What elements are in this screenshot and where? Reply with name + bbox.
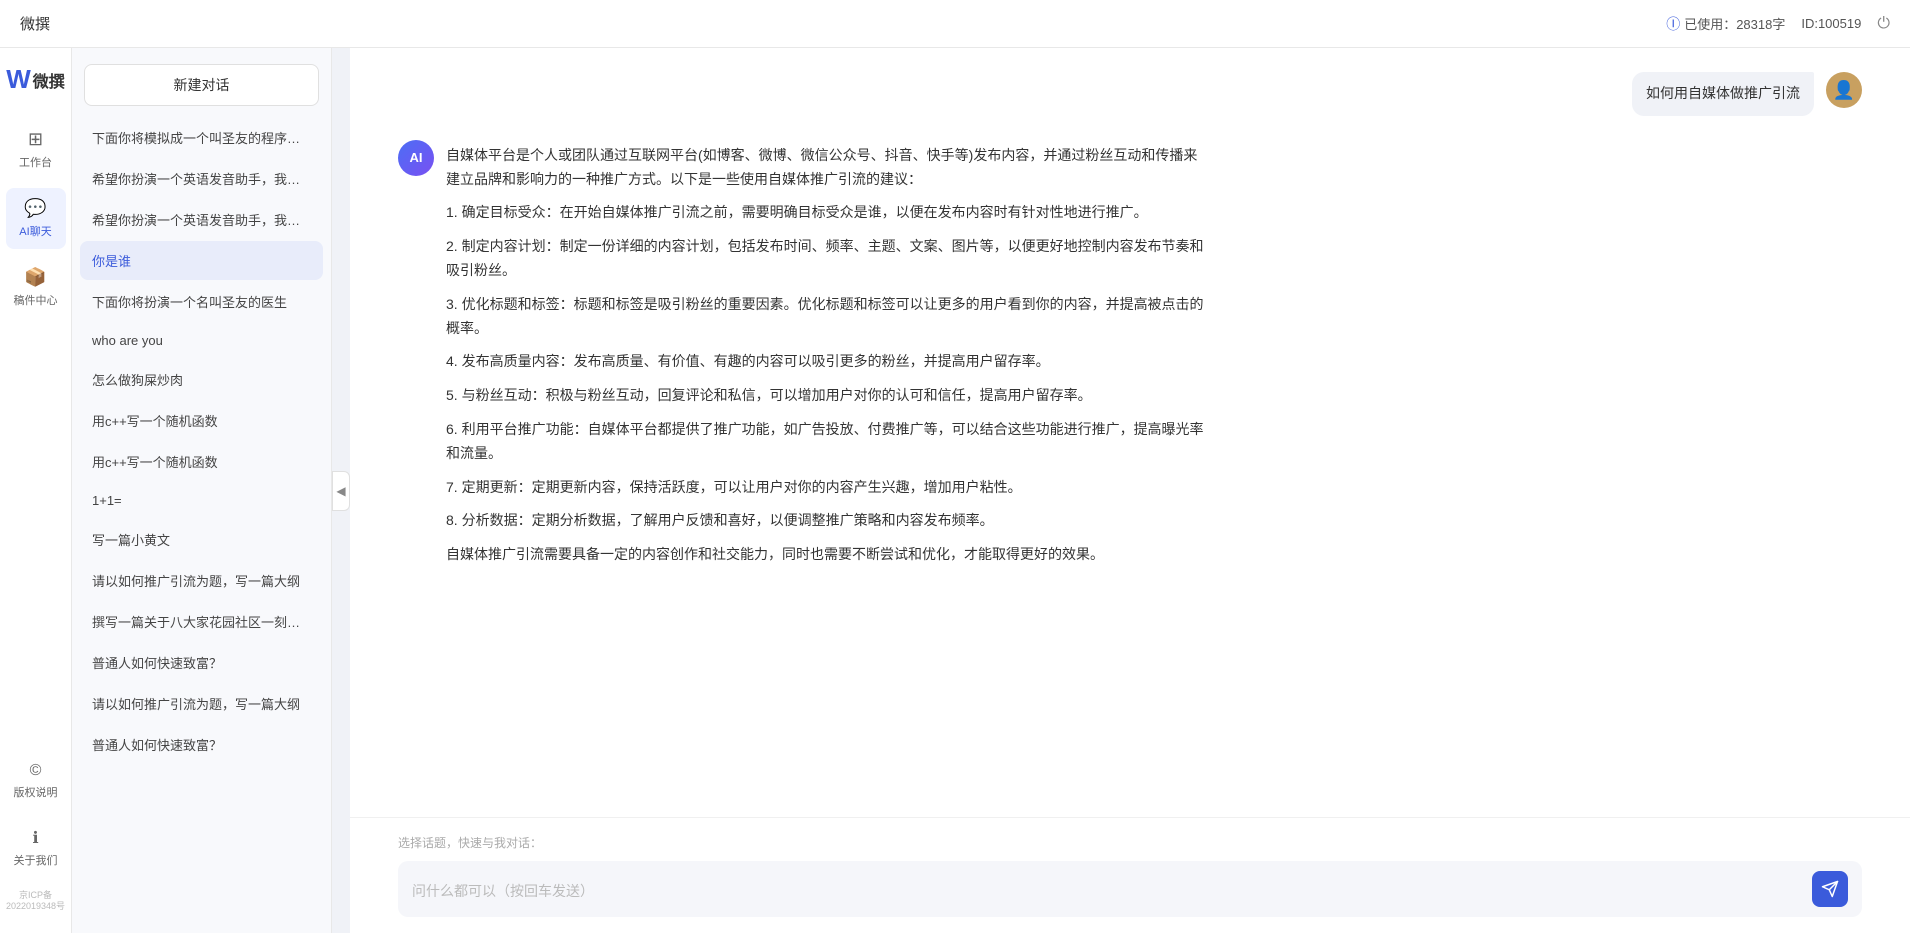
input-area xyxy=(398,861,1862,917)
chat-list-item[interactable]: 你是谁 xyxy=(80,241,323,280)
chat-history-panel: 新建对话 下面你将模拟成一个叫圣友的程序员，我说...希望你扮演一个英语发音助手… xyxy=(72,48,332,933)
about-item[interactable]: ℹ 关于我们 xyxy=(6,818,66,878)
header-id: ID:100519 xyxy=(1801,16,1861,31)
chat-list-item[interactable]: 下面你将扮演一个名叫圣友的医生 xyxy=(80,282,323,321)
send-icon xyxy=(1821,880,1839,898)
chat-list-item[interactable]: 请以如何推广引流为题，写一篇大纲 xyxy=(80,684,323,723)
nav-bottom: © 版权说明 ℹ 关于我们 京ICP备2022019348号 xyxy=(0,752,71,917)
user-avatar: 👤 xyxy=(1826,72,1862,108)
send-button[interactable] xyxy=(1812,871,1848,907)
workbench-icon: ⊞ xyxy=(28,129,43,150)
sidebar-item-workbench[interactable]: ⊞ 工作台 xyxy=(6,119,66,180)
chat-area: 如何用自媒体做推广引流 👤 AI 自媒体平台是个人或团队通过互联网平台(如博客、… xyxy=(350,48,1910,933)
collapse-sidebar-button[interactable]: ◀ xyxy=(332,471,350,511)
about-icon: ℹ xyxy=(32,828,38,848)
mailbox-label: 稿件中心 xyxy=(14,292,58,308)
ai-paragraph-1: 自媒体平台是个人或团队通过互联网平台(如博客、微博、微信公众号、抖音、快手等)发… xyxy=(446,144,1206,192)
ai-chat-label: AI聊天 xyxy=(19,223,51,239)
user-message-row: 如何用自媒体做推广引流 👤 xyxy=(398,72,1862,116)
chat-list: 下面你将模拟成一个叫圣友的程序员，我说...希望你扮演一个英语发音助手，我提供给… xyxy=(72,118,331,933)
header: 微撰 Ⓘ 已使用：28318字 ID:100519 ⏻ xyxy=(0,0,1910,48)
header-title: 微撰 xyxy=(20,13,50,34)
chat-list-item[interactable]: 1+1= xyxy=(80,483,323,518)
power-icon[interactable]: ⏻ xyxy=(1877,15,1890,33)
ai-list-item: 2. 制定内容计划：制定一份详细的内容计划，包括发布时间、频率、主题、文案、图片… xyxy=(446,235,1206,283)
logo-area: W 微撰 xyxy=(6,64,65,95)
chat-list-item[interactable]: 下面你将模拟成一个叫圣友的程序员，我说... xyxy=(80,118,323,157)
chat-list-item[interactable]: 撰写一篇关于八大家花园社区一刻钟便民生... xyxy=(80,602,323,641)
chat-list-item[interactable]: 普通人如何快速致富？ xyxy=(80,725,323,764)
chat-list-item[interactable]: 普通人如何快速致富？ xyxy=(80,643,323,682)
ai-message-row: AI 自媒体平台是个人或团队通过互联网平台(如博客、微博、微信公众号、抖音、快手… xyxy=(398,140,1862,571)
ai-message-content: 自媒体平台是个人或团队通过互联网平台(如博客、微博、微信公众号、抖音、快手等)发… xyxy=(446,140,1206,571)
chat-messages: 如何用自媒体做推广引流 👤 AI 自媒体平台是个人或团队通过互联网平台(如博客、… xyxy=(350,48,1910,817)
chat-list-item[interactable]: 请以如何推广引流为题，写一篇大纲 xyxy=(80,561,323,600)
ai-list-item: 4. 发布高质量内容：发布高质量、有价值、有趣的内容可以吸引更多的粉丝，并提高用… xyxy=(446,350,1206,374)
logo-name: 微撰 xyxy=(33,68,65,92)
left-sidebar: W 微撰 ⊞ 工作台 💬 AI聊天 📦 稿件中心 © 版权说明 ℹ xyxy=(0,48,72,933)
copyright-label: 版权说明 xyxy=(14,784,58,800)
user-message-content: 如何用自媒体做推广引流 xyxy=(1632,72,1814,116)
copyright-item[interactable]: © 版权说明 xyxy=(6,752,66,810)
header-right: Ⓘ 已使用：28318字 ID:100519 ⏻ xyxy=(1666,14,1890,34)
header-usage: Ⓘ 已使用：28318字 xyxy=(1666,14,1785,34)
chat-list-item[interactable]: 希望你扮演一个英语发音助手，我提供给你... xyxy=(80,200,323,239)
chat-list-item[interactable]: 希望你扮演一个英语发音助手，我提供给你... xyxy=(80,159,323,198)
chat-list-item[interactable]: 写一篇小黄文 xyxy=(80,520,323,559)
chat-list-item[interactable]: 用c++写一个随机函数 xyxy=(80,401,323,440)
ai-avatar: AI xyxy=(398,140,434,176)
usage-text: 已使用：28318字 xyxy=(1684,14,1785,33)
ai-list-item: 1. 确定目标受众：在开始自媒体推广引流之前，需要明确目标受众是谁，以便在发布内… xyxy=(446,201,1206,225)
copyright-icon: © xyxy=(30,762,42,780)
header-left: 微撰 xyxy=(20,13,50,34)
ai-list-item: 3. 优化标题和标签：标题和标签是吸引粉丝的重要因素。优化标题和标签可以让更多的… xyxy=(446,293,1206,341)
mailbox-icon: 📦 xyxy=(24,267,46,288)
chat-list-item[interactable]: 怎么做狗屎炒肉 xyxy=(80,360,323,399)
icp-text: 京ICP备2022019348号 xyxy=(4,886,67,917)
quick-topics-label: 选择话题，快速与我对话： xyxy=(398,834,1862,851)
main-layout: W 微撰 ⊞ 工作台 💬 AI聊天 📦 稿件中心 © 版权说明 ℹ xyxy=(0,48,1910,933)
chat-input[interactable] xyxy=(412,881,1804,897)
ai-list-item: 5. 与粉丝互动：积极与粉丝互动，回复评论和私信，可以增加用户对你的认可和信任，… xyxy=(446,384,1206,408)
sidebar-item-mailbox[interactable]: 📦 稿件中心 xyxy=(6,257,66,318)
chat-list-item[interactable]: who are you xyxy=(80,323,323,358)
usage-icon: Ⓘ xyxy=(1666,14,1680,34)
ai-items: 1. 确定目标受众：在开始自媒体推广引流之前，需要明确目标受众是谁，以便在发布内… xyxy=(446,201,1206,533)
chat-list-item[interactable]: 用c++写一个随机函数 xyxy=(80,442,323,481)
about-label: 关于我们 xyxy=(14,852,58,868)
new-chat-button[interactable]: 新建对话 xyxy=(84,64,319,106)
ai-list-item: 7. 定期更新：定期更新内容，保持活跃度，可以让用户对你的内容产生兴趣，增加用户… xyxy=(446,476,1206,500)
ai-list-item: 8. 分析数据：定期分析数据，了解用户反馈和喜好，以便调整推广策略和内容发布频率… xyxy=(446,509,1206,533)
chat-bottom: 选择话题，快速与我对话： xyxy=(350,817,1910,933)
ai-conclusion: 自媒体推广引流需要具备一定的内容创作和社交能力，同时也需要不断尝试和优化，才能取… xyxy=(446,543,1206,567)
sidebar-item-ai-chat[interactable]: 💬 AI聊天 xyxy=(6,188,66,249)
ai-list-item: 6. 利用平台推广功能：自媒体平台都提供了推广功能，如广告投放、付费推广等，可以… xyxy=(446,418,1206,466)
nav-items: ⊞ 工作台 💬 AI聊天 📦 稿件中心 xyxy=(0,119,71,318)
ai-chat-icon: 💬 xyxy=(24,198,46,219)
logo-w: W xyxy=(6,64,31,95)
workbench-label: 工作台 xyxy=(19,154,52,170)
